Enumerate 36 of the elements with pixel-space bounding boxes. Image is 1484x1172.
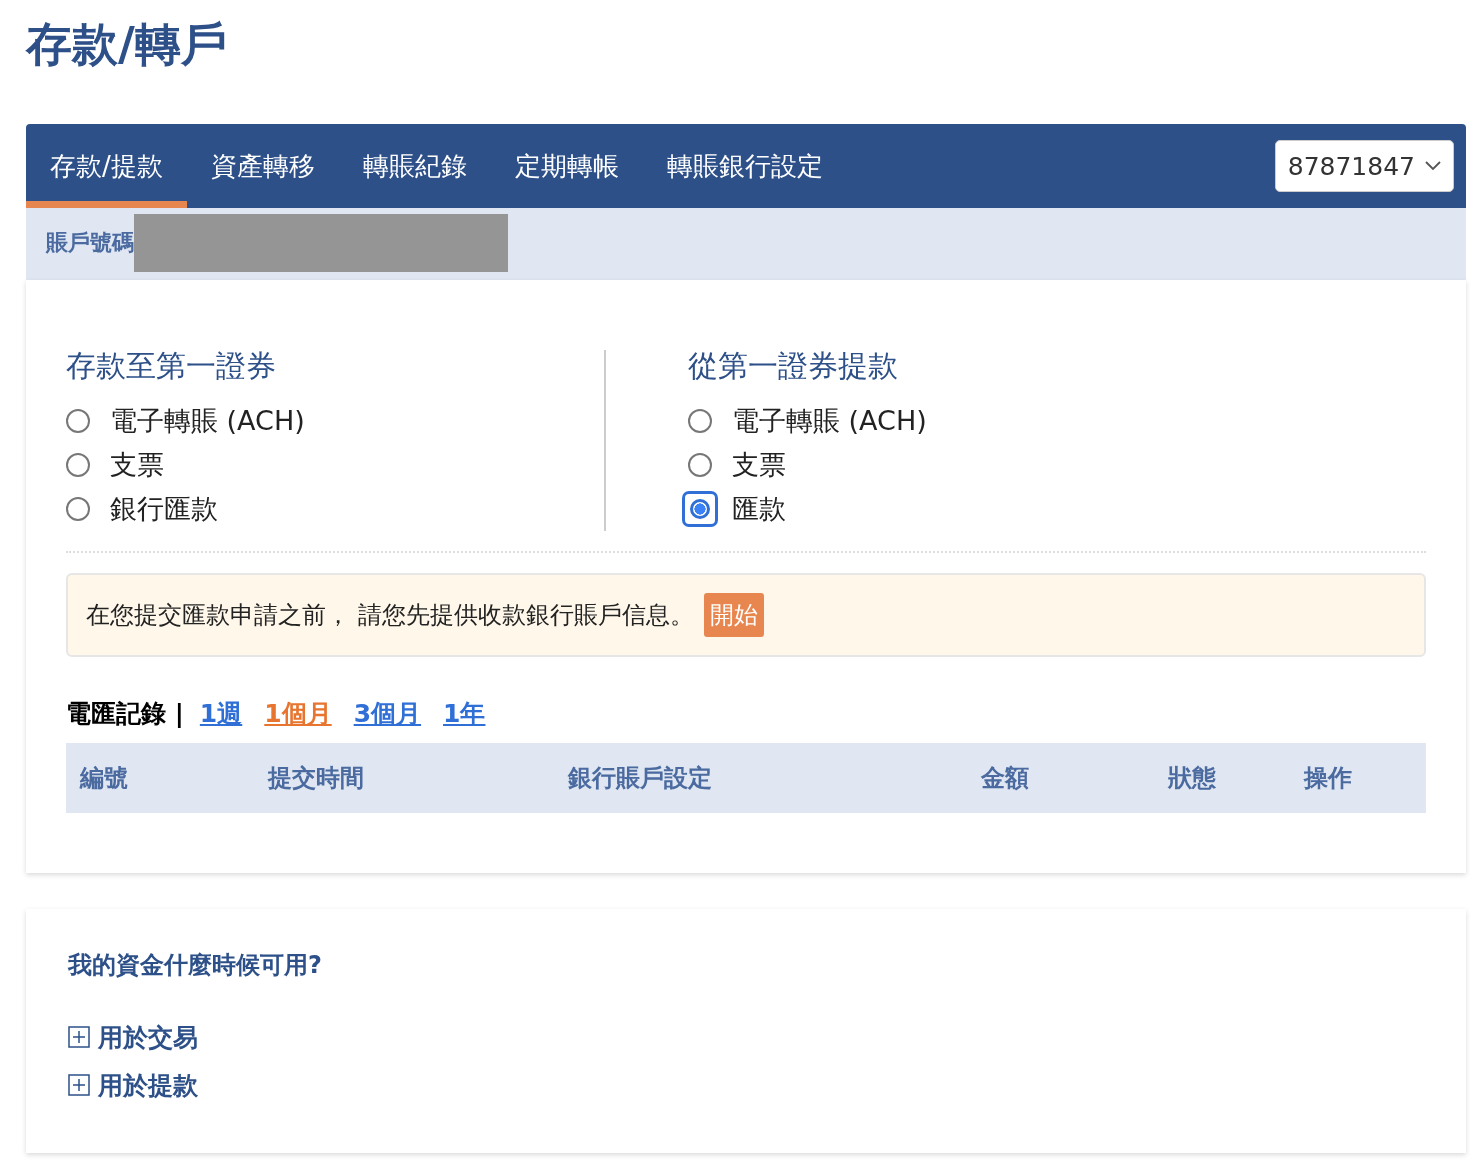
column-header: 狀態	[1168, 763, 1217, 794]
tab[interactable]: 資產轉移	[186, 124, 339, 208]
column-header: 編號	[80, 763, 129, 794]
radio-label[interactable]: 匯款	[732, 491, 786, 527]
radio-label[interactable]: 電子轉賬 (ACH)	[732, 403, 927, 439]
chevron-down-icon	[1425, 161, 1441, 171]
range-link[interactable]: 1週	[199, 696, 243, 730]
expandable-item[interactable]: 用於提款	[68, 1061, 1424, 1109]
column-header: 銀行賬戶設定	[568, 763, 713, 794]
range-link[interactable]: 1年	[443, 696, 486, 730]
faq-title: 我的資金什麼時候可用?	[68, 950, 323, 981]
column-header: 操作	[1304, 763, 1353, 794]
tab[interactable]: 轉賬紀錄	[338, 124, 491, 208]
radio-button[interactable]	[66, 497, 90, 521]
range-link[interactable]: 3個月	[353, 696, 422, 730]
radio-button[interactable]	[682, 491, 718, 527]
expandable-item[interactable]: 用於交易	[68, 1013, 1424, 1061]
account-dropdown[interactable]: 87871847	[1274, 140, 1454, 192]
radio-label[interactable]: 支票	[732, 447, 786, 483]
page-title: 存款/轉戶	[26, 16, 228, 73]
radio-button[interactable]	[688, 453, 712, 477]
account-number-label: 賬戶號碼	[46, 229, 134, 257]
radio-button[interactable]	[688, 409, 712, 433]
section-title: 從第一證券提款	[688, 347, 899, 385]
radio-button[interactable]	[66, 409, 90, 433]
radio-label[interactable]: 支票	[110, 447, 164, 483]
column-header: 提交時間	[268, 763, 365, 794]
column-header: 金額	[981, 763, 1030, 794]
radio-label[interactable]: 銀行匯款	[110, 491, 218, 527]
radio-label[interactable]: 電子轉賬 (ACH)	[110, 403, 305, 439]
history-label: 電匯記錄 |	[66, 697, 184, 730]
section-title: 存款至第一證券	[66, 347, 277, 385]
tab[interactable]: 轉賬銀行設定	[642, 124, 847, 208]
radio-button[interactable]	[66, 453, 90, 477]
notice-text: 在您提交匯款申請之前， 請您先提供收款銀行賬戶信息。	[86, 600, 694, 631]
tab[interactable]: 定期轉帳	[490, 124, 643, 208]
